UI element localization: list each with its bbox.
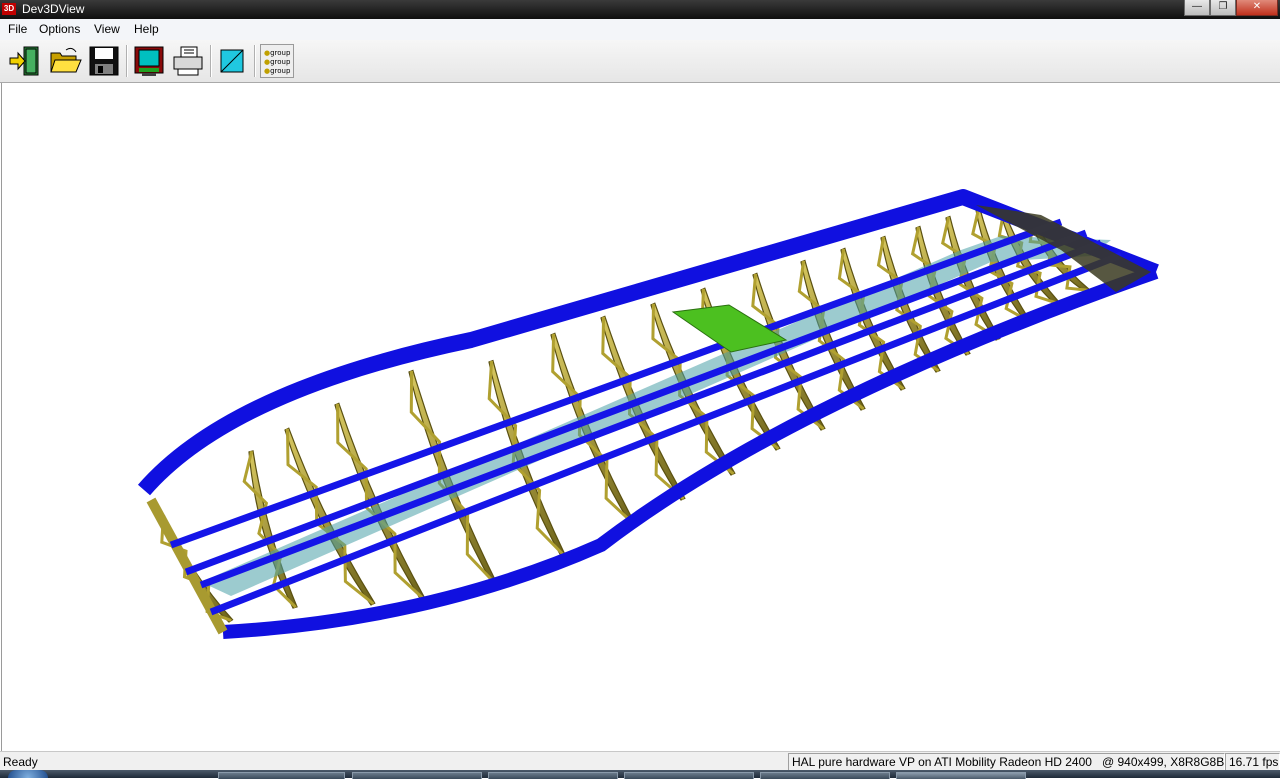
- menu-help[interactable]: Help: [134, 22, 159, 37]
- menu-view[interactable]: View: [94, 22, 120, 37]
- start-orb-icon[interactable]: [8, 770, 48, 778]
- menu-options[interactable]: Options: [39, 22, 80, 37]
- wing-frame-model: [137, 189, 1159, 639]
- window-title: Dev3DView: [22, 2, 85, 16]
- window-controls: — ❐ ✕: [1184, 0, 1278, 16]
- maximize-button[interactable]: ❐: [1210, 0, 1236, 16]
- app-icon: 3D: [2, 3, 16, 15]
- device-info: HAL pure hardware VP on ATI Mobility Rad…: [792, 755, 1092, 769]
- fps-readout: 16.71 fps: [1229, 755, 1279, 769]
- menu-bar: File Options View Help: [0, 19, 1280, 41]
- view-mode-icon[interactable]: [216, 44, 250, 78]
- menu-file[interactable]: File: [8, 22, 27, 37]
- fps-panel: 16.71 fps: [1225, 753, 1280, 771]
- toolbar-separator: [210, 45, 212, 77]
- open-folder-icon[interactable]: [48, 44, 82, 78]
- trailing-edge-frame: [222, 265, 1159, 639]
- group-button[interactable]: ●group ●group ●group: [260, 44, 294, 78]
- title-bar: 3D Dev3DView — ❐ ✕: [0, 0, 1280, 19]
- print-icon[interactable]: [171, 44, 205, 78]
- taskbar: [0, 770, 1280, 779]
- group-list-icon: ●group ●group ●group: [264, 49, 291, 75]
- exit-icon[interactable]: [8, 44, 42, 78]
- close-button[interactable]: ✕: [1236, 0, 1278, 16]
- minimize-button[interactable]: —: [1184, 0, 1210, 16]
- status-bar: Ready HAL pure hardware VP on ATI Mobili…: [0, 751, 1280, 771]
- display-mode: @ 940x499, X8R8G8B8 (D: [1101, 755, 1225, 769]
- display-settings-icon[interactable]: [132, 44, 166, 78]
- 3d-viewport[interactable]: [1, 83, 1280, 751]
- save-icon[interactable]: [87, 44, 121, 78]
- device-info-panel: HAL pure hardware VP on ATI Mobility Rad…: [788, 753, 1225, 771]
- toolbar: ●group ●group ●group: [0, 40, 1280, 83]
- toolbar-separator: [126, 45, 128, 77]
- toolbar-separator: [254, 45, 256, 77]
- status-text: Ready: [3, 755, 38, 769]
